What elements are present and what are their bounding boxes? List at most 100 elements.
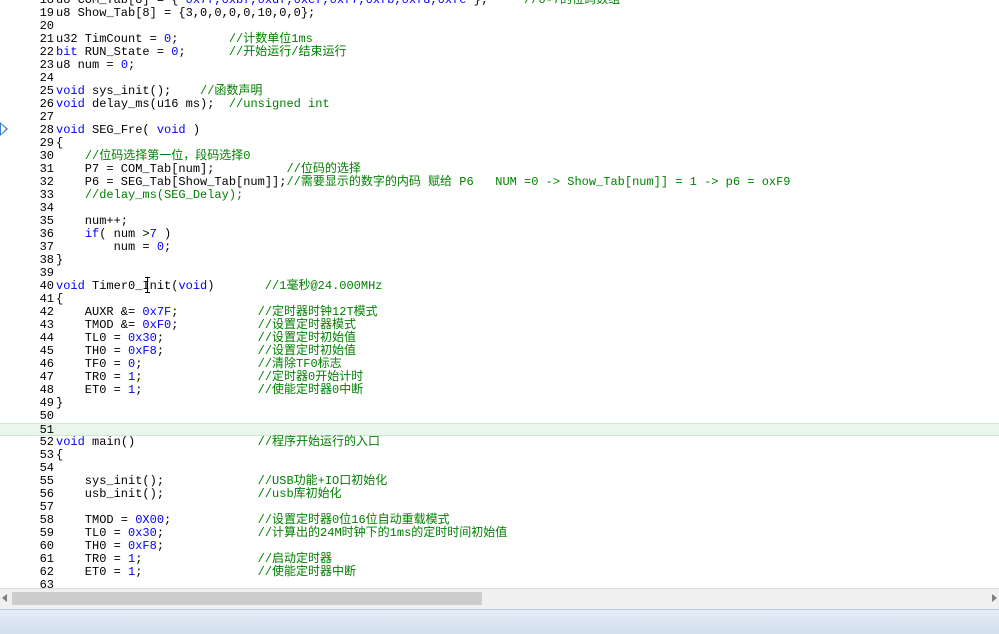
line-source: ET0 = 1; //使能定时器0中断 (56, 384, 363, 397)
horizontal-scrollbar[interactable] (0, 588, 999, 609)
code-keyword: void (156, 123, 186, 137)
code-line[interactable]: 33 //delay_ms(SEG_Delay); (0, 189, 999, 202)
code-text: ; (135, 383, 258, 397)
code-keyword: 0xF8 (128, 539, 157, 553)
code-text: AUXR &= (56, 305, 143, 319)
code-comment: //0-7的位码数组 (524, 0, 621, 7)
line-source: } (56, 254, 63, 267)
code-text: ; (171, 32, 229, 46)
code-text: ; (135, 565, 258, 579)
code-text: } (56, 253, 64, 267)
code-text: main() (84, 435, 258, 449)
code-line[interactable]: 37 num = 0; (0, 241, 999, 254)
code-text: ; (156, 344, 258, 358)
code-text: TF0 = (56, 357, 129, 371)
code-comment: //计数单位1ms (228, 32, 313, 46)
code-text: { (56, 292, 64, 306)
code-text: u32 TimCount = (56, 32, 165, 46)
code-comment: //设置定时器0位16位自动重载模式 (257, 513, 450, 527)
code-text: num = (56, 240, 157, 254)
code-line[interactable]: 50 (0, 410, 999, 423)
code-text: TR0 = (56, 552, 129, 566)
code-text: ; (156, 539, 165, 553)
code-text: SEG_Fre( (84, 123, 157, 137)
code-comment: //1毫秒@24.000MHz (264, 279, 383, 293)
code-text: sys_init(); (84, 84, 201, 98)
code-comment: //设置定时初始值 (257, 331, 357, 345)
code-text: Timer0_Init( (84, 279, 179, 293)
code-comment: //使能定时器0中断 (257, 383, 364, 397)
code-keyword: void (178, 279, 208, 293)
line-source: u8 num = 0; (56, 59, 135, 72)
code-keyword: 0x30 (128, 331, 157, 345)
code-area[interactable]: 18 u8 COM_Tab[8] = { 0x7f,0xbf,0xdf,0xef,… (0, 0, 999, 588)
code-text: TMOD = (56, 513, 136, 527)
code-text: ) (207, 279, 265, 293)
code-keyword: void (56, 435, 85, 449)
code-line[interactable]: 52 void main() //程序开始运行的入口 (0, 436, 999, 449)
code-line[interactable]: 63 (0, 579, 999, 589)
code-comment: //函数声明 (200, 84, 263, 98)
code-text: }; (466, 0, 525, 7)
code-text: ; (156, 526, 258, 540)
code-editor-window: 18 u8 COM_Tab[8] = { 0x7f,0xbf,0xdf,0xef,… (0, 0, 999, 634)
code-comment: //usb库初始化 (257, 487, 342, 501)
code-text: TMOD &= (56, 318, 143, 332)
code-line[interactable]: 56 usb_init(); //usb库初始化 (0, 488, 999, 501)
line-source: u8 Show_Tab[8] = {3,0,0,0,0,10,0,0}; (56, 7, 315, 20)
code-line[interactable]: 53{ (0, 449, 999, 462)
code-line[interactable]: 22 bit RUN_State = 0; //开始运行/结束运行 (0, 46, 999, 59)
code-line[interactable]: 48 ET0 = 1; //使能定时器0中断 (0, 384, 999, 397)
code-line[interactable]: 49} (0, 397, 999, 410)
code-comment: //delay_ms(SEG_Delay); (84, 188, 244, 202)
code-keyword: void (56, 123, 85, 137)
code-comment: //开始运行/结束运行 (228, 45, 347, 59)
code-text: ) (156, 227, 172, 241)
code-text: ET0 = (56, 383, 129, 397)
code-text: TH0 = (56, 344, 129, 358)
code-comment: //使能定时器中断 (257, 565, 357, 579)
code-line[interactable]: 26 void delay_ms(u16 ms); //unsigned int (0, 98, 999, 111)
code-keyword: 0x7F (142, 305, 172, 319)
code-text: ; (128, 58, 136, 72)
code-line[interactable]: 23 u8 num = 0; (0, 59, 999, 72)
code-text: P7 = COM_Tab[num]; (56, 162, 287, 176)
code-text: ; (171, 318, 258, 332)
scroll-right-arrow-icon[interactable] (992, 594, 997, 602)
code-keyword: 0x30 (128, 526, 157, 540)
code-text: ; (135, 357, 258, 371)
line-source: ET0 = 1; //使能定时器中断 (56, 566, 356, 579)
code-text: TL0 = (56, 331, 129, 345)
code-comment: //位码的选择 (286, 162, 361, 176)
code-line[interactable]: 28 void SEG_Fre( void ) (0, 124, 999, 137)
code-line[interactable]: 19 u8 Show_Tab[8] = {3,0,0,0,0,10,0,0}; (0, 7, 999, 20)
code-text: TH0 = (56, 539, 129, 553)
code-keyword: void (56, 84, 85, 98)
code-text: P6 = SEG_Tab[Show_Tab[num]]; (56, 175, 287, 189)
code-text: ( num > (99, 227, 150, 241)
code-text: { (56, 448, 64, 462)
scroll-left-arrow-icon[interactable] (2, 594, 7, 602)
code-text: u8 Show_Tab[8] = {3,0,0,0,0,10,0,0}; (56, 6, 316, 20)
line-source: num = 0; (56, 240, 172, 254)
code-text: } (56, 396, 64, 410)
code-comment: //设置定时初始值 (257, 344, 357, 358)
code-keyword: 0xF8 (128, 344, 157, 358)
code-line[interactable]: 62 ET0 = 1; //使能定时器中断 (0, 566, 999, 579)
code-line[interactable]: 34 (0, 202, 999, 215)
code-text: sys_init(); (56, 474, 258, 488)
code-keyword: void (56, 279, 85, 293)
code-keyword: 7 (149, 227, 157, 241)
code-comment: //程序开始运行的入口 (257, 435, 381, 449)
code-text: ; (171, 305, 258, 319)
code-comment: //设置定时器模式 (257, 318, 357, 332)
text-ibeam-cursor-icon (145, 277, 151, 293)
line-source: } (56, 397, 63, 410)
code-comment: //unsigned int (228, 97, 330, 111)
code-text: ) (185, 123, 201, 137)
code-line[interactable]: 38} (0, 254, 999, 267)
horizontal-scroll-thumb[interactable] (12, 592, 482, 605)
code-text: usb_init(); (56, 487, 258, 501)
